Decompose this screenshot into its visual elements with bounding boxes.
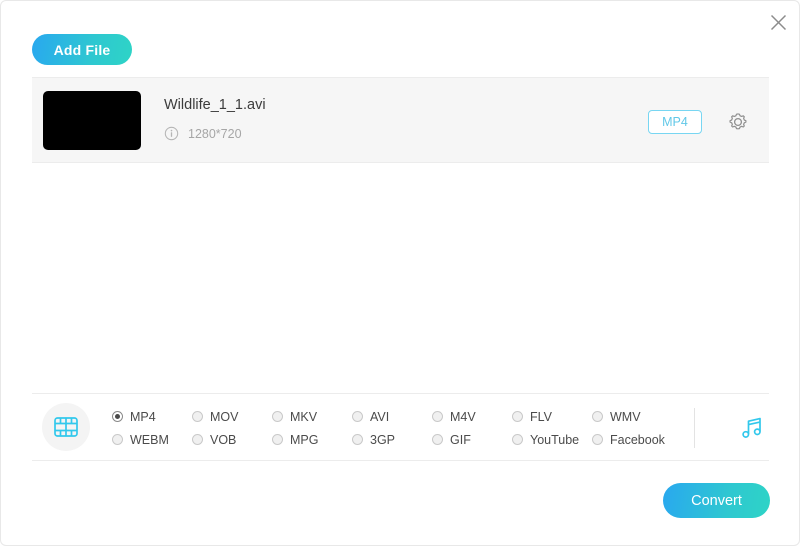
format-radio-flv[interactable]: FLV: [512, 405, 592, 428]
format-radio-3gp[interactable]: 3GP: [352, 428, 432, 451]
audio-format-tab[interactable]: [732, 408, 772, 448]
format-radio-mpg[interactable]: MPG: [272, 428, 352, 451]
radio-dot-icon: [432, 434, 443, 445]
format-radio-m4v[interactable]: M4V: [432, 405, 512, 428]
format-radio-label: AVI: [370, 409, 390, 424]
row-output-format-button[interactable]: MP4: [648, 110, 702, 134]
file-info: Wildlife_1_1.avi 1280*720: [164, 96, 266, 141]
format-radio-mp4[interactable]: MP4: [112, 405, 192, 428]
radio-dot-icon: [272, 434, 283, 445]
format-radio-group: MP4 WEBM MOV VOB MKV MPG AVI 3GP M4V GIF…: [112, 405, 692, 451]
file-name: Wildlife_1_1.avi: [164, 97, 266, 113]
file-sub-info: 1280*720: [164, 126, 266, 141]
add-file-button[interactable]: Add File: [32, 34, 132, 65]
format-radio-label: YouTube: [530, 432, 580, 447]
radio-dot-icon: [352, 411, 363, 422]
format-radio-mov[interactable]: MOV: [192, 405, 272, 428]
video-thumbnail: [43, 91, 141, 150]
format-radio-label: 3GP: [370, 432, 396, 447]
format-radio-label: WEBM: [130, 432, 169, 447]
radio-dot-icon: [592, 411, 603, 422]
format-radio-label: M4V: [450, 409, 476, 424]
convert-button[interactable]: Convert: [663, 483, 770, 518]
titlebar: Add File: [1, 1, 799, 81]
format-radio-facebook[interactable]: Facebook: [592, 428, 672, 451]
radio-dot-icon: [112, 434, 123, 445]
output-format-bar: MP4 WEBM MOV VOB MKV MPG AVI 3GP M4V GIF…: [32, 393, 769, 461]
format-radio-vob[interactable]: VOB: [192, 428, 272, 451]
format-radio-webm[interactable]: WEBM: [112, 428, 192, 451]
format-radio-youtube[interactable]: YouTube: [512, 428, 592, 451]
radio-dot-icon: [512, 434, 523, 445]
video-format-tab[interactable]: [42, 403, 90, 451]
format-radio-gif[interactable]: GIF: [432, 428, 512, 451]
file-list-row[interactable]: Wildlife_1_1.avi 1280*720 MP4: [32, 77, 769, 163]
format-bar-divider: [694, 408, 695, 448]
radio-dot-icon: [592, 434, 603, 445]
format-radio-avi[interactable]: AVI: [352, 405, 432, 428]
music-note-icon: [742, 417, 761, 438]
file-list: Wildlife_1_1.avi 1280*720 MP4: [32, 77, 769, 387]
close-icon: [770, 14, 786, 30]
film-strip-icon: [54, 417, 78, 437]
radio-dot-icon: [192, 411, 203, 422]
format-radio-label: Facebook: [610, 432, 665, 447]
format-radio-wmv[interactable]: WMV: [592, 405, 672, 428]
format-radio-label: WMV: [610, 409, 641, 424]
radio-dot-icon: [512, 411, 523, 422]
converter-window: Add File Wildlife_1_1.avi 1280*720 MP4 M…: [0, 0, 800, 546]
format-radio-label: MPG: [290, 432, 319, 447]
format-radio-label: MOV: [210, 409, 239, 424]
info-circle-icon: [164, 126, 179, 141]
radio-dot-icon: [272, 411, 283, 422]
close-window-button[interactable]: [764, 8, 792, 36]
format-radio-mkv[interactable]: MKV: [272, 405, 352, 428]
radio-dot-icon: [192, 434, 203, 445]
radio-dot-icon: [432, 411, 443, 422]
format-radio-label: MP4: [130, 409, 156, 424]
radio-dot-icon: [352, 434, 363, 445]
format-radio-label: MKV: [290, 409, 318, 424]
format-radio-label: VOB: [210, 432, 237, 447]
row-settings-button[interactable]: [725, 109, 751, 135]
format-radio-label: FLV: [530, 409, 552, 424]
format-radio-label: GIF: [450, 432, 471, 447]
footer: Convert: [1, 461, 799, 545]
file-resolution: 1280*720: [188, 126, 242, 141]
gear-icon: [729, 113, 747, 130]
radio-dot-icon: [112, 411, 123, 422]
